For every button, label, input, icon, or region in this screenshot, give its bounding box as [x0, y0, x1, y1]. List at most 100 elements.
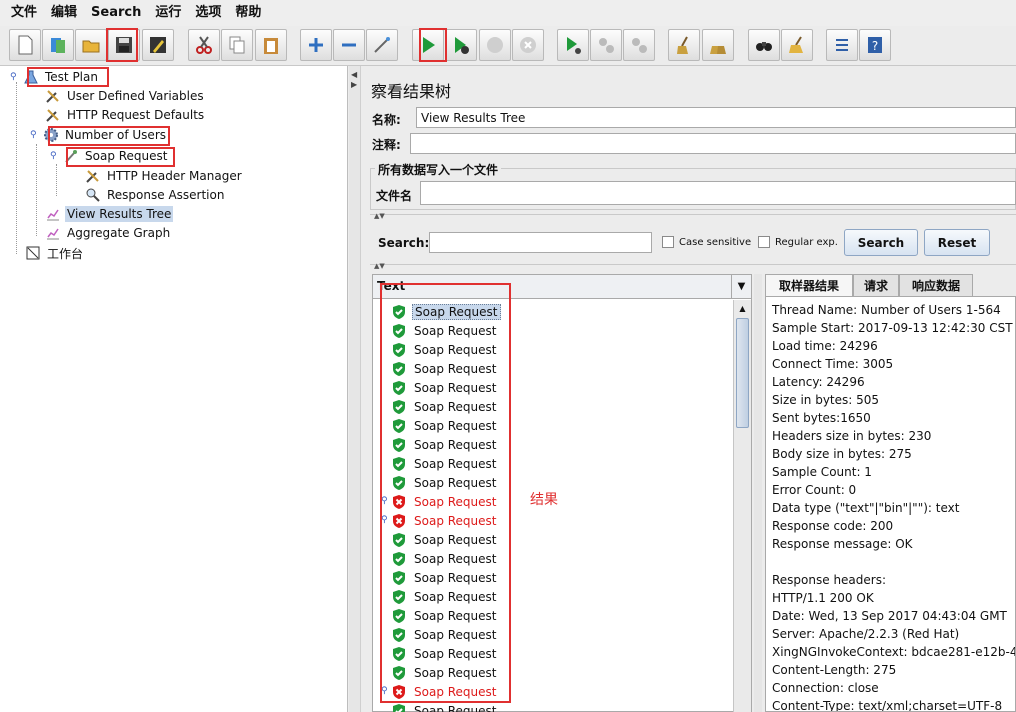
- tree-node-workbench[interactable]: 工作台: [24, 244, 85, 262]
- menu-bar: 文件 编辑 Search 运行 选项 帮助: [0, 0, 1016, 26]
- save-highlight-box: [106, 28, 138, 62]
- reset-button[interactable]: Reset: [924, 229, 990, 256]
- comment-field[interactable]: [410, 133, 1016, 154]
- results-splitter[interactable]: [754, 274, 762, 712]
- file-name-field[interactable]: [420, 181, 1016, 205]
- expand-all-button[interactable]: [300, 29, 332, 61]
- file-name-label: 文件名: [376, 189, 413, 203]
- tree-node-response-assertion[interactable]: Response Assertion: [84, 186, 226, 204]
- pane-splitter[interactable]: ◀ ▶: [349, 66, 361, 712]
- results-highlight-box: [380, 283, 511, 703]
- collapse-toggle-icon[interactable]: ⚲: [10, 72, 22, 82]
- open-button[interactable]: [75, 29, 107, 61]
- collapse-toggle-icon[interactable]: ⚲: [30, 130, 42, 140]
- help-button[interactable]: ?: [859, 29, 891, 61]
- results-annotation: 结果: [530, 492, 558, 508]
- remote-shutdown-icon: [632, 38, 647, 53]
- tree-label: User Defined Variables: [67, 89, 204, 103]
- remote-play-icon: [567, 37, 581, 54]
- tree-connector: [56, 164, 57, 196]
- menu-run[interactable]: 运行: [148, 0, 188, 26]
- tab-sampler-result[interactable]: 取样器结果: [765, 274, 853, 296]
- remote-shutdown-button[interactable]: [623, 29, 655, 61]
- splitter-left-arrow-icon[interactable]: ◀: [351, 70, 357, 79]
- checkbox-label: Case sensitive: [679, 236, 752, 248]
- toggle-wand-icon: [374, 37, 390, 53]
- svg-text:?: ?: [872, 39, 878, 53]
- menu-options[interactable]: 选项: [188, 0, 228, 26]
- function-helper-button[interactable]: [826, 29, 858, 61]
- section-divider[interactable]: [370, 214, 1016, 219]
- wrench-icon: [44, 106, 62, 124]
- clear-all-button[interactable]: [702, 29, 734, 61]
- test-plan-highlight-box: [27, 67, 109, 87]
- list-icon: [836, 39, 848, 51]
- results-scrollbar[interactable]: ▲: [733, 300, 751, 712]
- scroll-up-icon[interactable]: ▲: [734, 300, 751, 316]
- detail-line: Sample Count: 1: [772, 465, 872, 479]
- broom-icon: [677, 36, 688, 54]
- section-divider[interactable]: [370, 264, 1016, 269]
- wrench-icon: [44, 87, 62, 105]
- sampler-result-text[interactable]: Thread Name: Number of Users 1-564 Sample…: [765, 296, 1016, 712]
- checkbox-label: Regular exp.: [775, 236, 838, 248]
- scrollbar-thumb[interactable]: [736, 318, 749, 428]
- search-input[interactable]: [429, 232, 652, 253]
- reset-search-button[interactable]: [781, 29, 813, 61]
- tree-node-aggregate-graph[interactable]: Aggregate Graph: [44, 224, 172, 242]
- regular-exp-checkbox[interactable]: Regular exp.: [758, 236, 838, 248]
- divider-arrows-icon[interactable]: ▲▼: [374, 262, 385, 270]
- stop-button[interactable]: [479, 29, 511, 61]
- clear-button[interactable]: [668, 29, 700, 61]
- shutdown-button[interactable]: [512, 29, 544, 61]
- menu-edit[interactable]: 编辑: [44, 0, 84, 26]
- save-as-button[interactable]: [142, 29, 174, 61]
- tab-response-data[interactable]: 响应数据: [899, 274, 973, 296]
- menu-file[interactable]: 文件: [4, 0, 44, 26]
- graph-icon: [44, 224, 62, 242]
- tree-node-http-request-defaults[interactable]: HTTP Request Defaults: [44, 106, 206, 124]
- detail-line: Data type ("text"|"bin"|""): text: [772, 501, 960, 515]
- menu-search[interactable]: Search: [84, 0, 148, 26]
- name-field[interactable]: View Results Tree: [416, 107, 1016, 128]
- detail-line: Response headers:: [772, 573, 887, 587]
- paste-button[interactable]: [255, 29, 287, 61]
- start-no-pauses-button[interactable]: [445, 29, 477, 61]
- copy-button[interactable]: [221, 29, 253, 61]
- result-label: Soap Request: [414, 703, 497, 712]
- detail-line: Date: Wed, 13 Sep 2017 04:43:04 GMT: [772, 609, 1007, 623]
- shutdown-icon: [520, 37, 536, 53]
- detail-line: Size in bytes: 505: [772, 393, 880, 407]
- case-sensitive-checkbox[interactable]: Case sensitive: [662, 236, 751, 248]
- detail-line: Thread Name: Number of Users 1-564: [772, 303, 1001, 317]
- collapse-all-button[interactable]: [333, 29, 365, 61]
- magnifier-icon: [84, 186, 102, 204]
- wrench-icon: [84, 167, 102, 185]
- toggle-button[interactable]: [366, 29, 398, 61]
- detail-line: Sent bytes:1650: [772, 411, 871, 425]
- remote-start-button[interactable]: [557, 29, 589, 61]
- minus-icon: [342, 43, 356, 47]
- search-submit-button[interactable]: Search: [844, 229, 918, 256]
- new-button[interactable]: [9, 29, 41, 61]
- play-no-pause-icon: [455, 37, 469, 54]
- chevron-down-icon[interactable]: ▼: [731, 275, 751, 298]
- divider-arrows-icon[interactable]: ▲▼: [374, 212, 385, 220]
- tree-label: HTTP Request Defaults: [67, 108, 205, 122]
- menu-help[interactable]: 帮助: [228, 0, 268, 26]
- collapse-toggle-icon[interactable]: ⚲: [50, 151, 62, 161]
- splitter-right-arrow-icon[interactable]: ▶: [351, 80, 357, 89]
- tree-label: Response Assertion: [107, 188, 225, 202]
- cut-button[interactable]: [188, 29, 220, 61]
- tab-request[interactable]: 请求: [853, 274, 899, 296]
- tree-node-http-header-manager[interactable]: HTTP Header Manager: [84, 167, 244, 185]
- templates-button[interactable]: [42, 29, 74, 61]
- tree-label: HTTP Header Manager: [107, 169, 242, 183]
- tree-node-user-defined-variables[interactable]: User Defined Variables: [44, 87, 206, 105]
- help-icon: ?: [868, 37, 882, 53]
- detail-line: Response message: OK: [772, 537, 913, 551]
- search-button[interactable]: [748, 29, 780, 61]
- tree-node-view-results-tree[interactable]: View Results Tree: [44, 205, 174, 223]
- remote-stop-button[interactable]: [590, 29, 622, 61]
- new-file-icon: [18, 35, 33, 55]
